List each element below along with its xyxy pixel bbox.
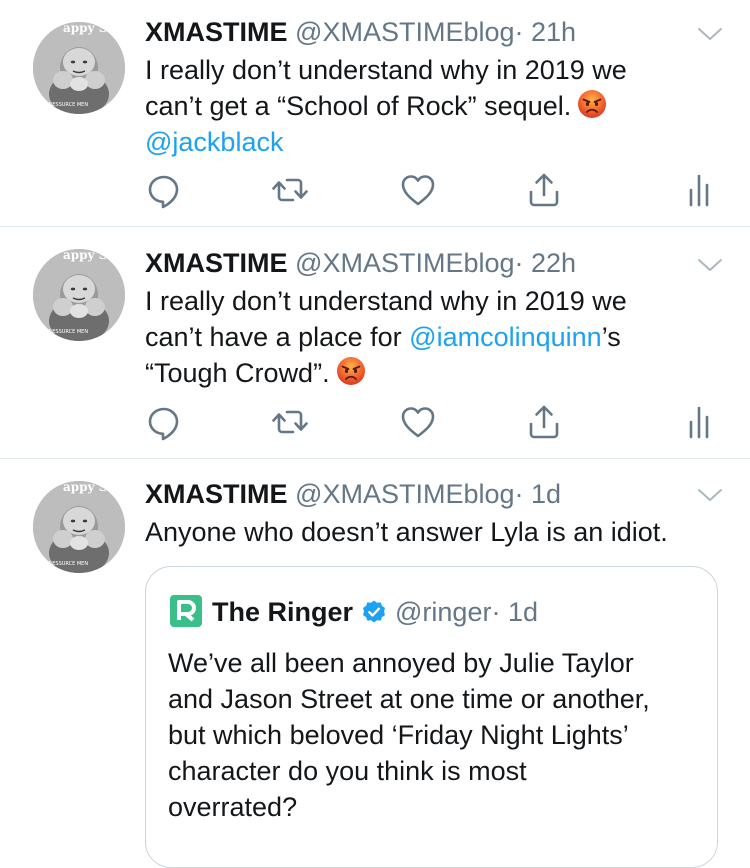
ringer-logo-icon[interactable]	[168, 593, 204, 629]
quoted-tweet-header: The Ringer @ringer· 1d	[168, 593, 538, 629]
avatar[interactable]: appy Sce PE RESSURCE MEN	[33, 249, 125, 341]
reply-icon[interactable]	[144, 402, 184, 442]
tweet-1[interactable]: appy Sce PE RESSURCE MEN XMASTIME @XMAST…	[0, 0, 750, 226]
quoted-tweet[interactable]: The Ringer @ringer· 1d We’ve all been ann…	[145, 566, 718, 868]
avatar-top-text: appy Sce	[63, 249, 123, 262]
timestamp[interactable]: 1d	[531, 479, 561, 509]
tweet-header: XMASTIME @XMASTIMEblog· 22h	[145, 247, 576, 279]
separator-dot: ·	[491, 597, 501, 627]
tweet-text: Anyone who doesn’t answer Lyla is an idi…	[145, 514, 668, 550]
tweet-text: I really don’t understand why in 2019 we…	[145, 52, 627, 160]
analytics-icon[interactable]	[680, 170, 720, 210]
share-icon[interactable]	[524, 170, 564, 210]
separator-dot: ·	[514, 17, 524, 47]
quoted-text-line: but which beloved ‘Friday Night Lights’	[168, 720, 629, 750]
tweet-header: XMASTIME @XMASTIMEblog· 1d	[145, 478, 561, 510]
mention-link[interactable]: @jackblack	[145, 127, 283, 157]
separator-dot: ·	[514, 248, 524, 278]
avatar-bottom-text: PE RESSURCE MEN	[41, 102, 88, 108]
tweet-header: XMASTIME @XMASTIMEblog· 21h	[145, 16, 576, 48]
avatar-top-text: appy Sce	[63, 481, 123, 494]
username[interactable]: @XMASTIMEblog	[295, 17, 514, 47]
avatar-top-text: appy Sce	[63, 22, 123, 35]
quoted-text-line: and Jason Street at one time or another,	[168, 684, 650, 714]
quoted-username[interactable]: @ringer	[395, 597, 491, 627]
tweet-actions	[0, 170, 750, 210]
tweet-text-line: “Tough Crowd”.	[145, 355, 627, 391]
display-name[interactable]: XMASTIME	[145, 17, 288, 47]
quoted-timestamp[interactable]: 1d	[508, 597, 538, 627]
like-icon[interactable]	[398, 402, 438, 442]
tweet-text-line: I really don’t understand why in 2019 we	[145, 55, 627, 85]
avatar-bottom-text: PE RESSURCE MEN	[41, 329, 88, 335]
tweet-text-line: can’t get a “School of Rock” sequel.	[145, 88, 627, 124]
tweet-text-fragment: ’s	[601, 322, 621, 352]
chevron-down-icon[interactable]	[697, 26, 723, 42]
chevron-down-icon[interactable]	[697, 487, 723, 503]
username[interactable]: @XMASTIMEblog	[295, 248, 514, 278]
tweet-text-fragment: “Tough Crowd”.	[145, 358, 330, 388]
share-icon[interactable]	[524, 402, 564, 442]
tweet-text: I really don’t understand why in 2019 we…	[145, 283, 627, 391]
quoted-text-line: character do you think is most	[168, 756, 527, 786]
angry-face-icon	[336, 356, 366, 386]
tweet-text-fragment: can’t have a place for	[145, 322, 410, 352]
quoted-text-line: We’ve all been annoyed by Julie Taylor	[168, 648, 634, 678]
mention-link[interactable]: @iamcolinquinn	[409, 322, 602, 352]
display-name[interactable]: XMASTIME	[145, 479, 288, 509]
tweet-2[interactable]: appy Sce PE RESSURCE MEN XMASTIME @XMAST…	[0, 227, 750, 457]
reply-icon[interactable]	[144, 170, 184, 210]
avatar[interactable]: appy Sce PE RESSURCE MEN	[33, 22, 125, 114]
verified-badge-icon	[361, 599, 387, 625]
timestamp[interactable]: 21h	[531, 17, 576, 47]
angry-face-icon	[577, 89, 607, 119]
tweet-text-fragment: can’t get a “School of Rock” sequel.	[145, 91, 572, 121]
separator-dot: ·	[514, 479, 524, 509]
retweet-icon[interactable]	[270, 170, 310, 210]
tweet-text-line: Anyone who doesn’t answer Lyla is an idi…	[145, 517, 668, 547]
tweet-actions	[0, 402, 750, 442]
display-name[interactable]: XMASTIME	[145, 248, 288, 278]
tweet-text-line: can’t have a place for @iamcolinquinn’s	[145, 319, 627, 355]
tweet-text-line: I really don’t understand why in 2019 we	[145, 286, 627, 316]
analytics-icon[interactable]	[680, 402, 720, 442]
username[interactable]: @XMASTIMEblog	[295, 479, 514, 509]
retweet-icon[interactable]	[270, 402, 310, 442]
quoted-display-name[interactable]: The Ringer	[212, 597, 353, 627]
quoted-tweet-text: We’ve all been annoyed by Julie Taylor a…	[168, 645, 708, 825]
chevron-down-icon[interactable]	[697, 257, 723, 273]
avatar[interactable]: appy Sce PE RESSURCE MEN	[33, 481, 125, 573]
tweet-text-line: @jackblack	[145, 124, 627, 160]
avatar-bottom-text: PE RESSURCE MEN	[41, 561, 88, 567]
timestamp[interactable]: 22h	[531, 248, 576, 278]
quoted-text-line: overrated?	[168, 792, 298, 822]
like-icon[interactable]	[398, 170, 438, 210]
